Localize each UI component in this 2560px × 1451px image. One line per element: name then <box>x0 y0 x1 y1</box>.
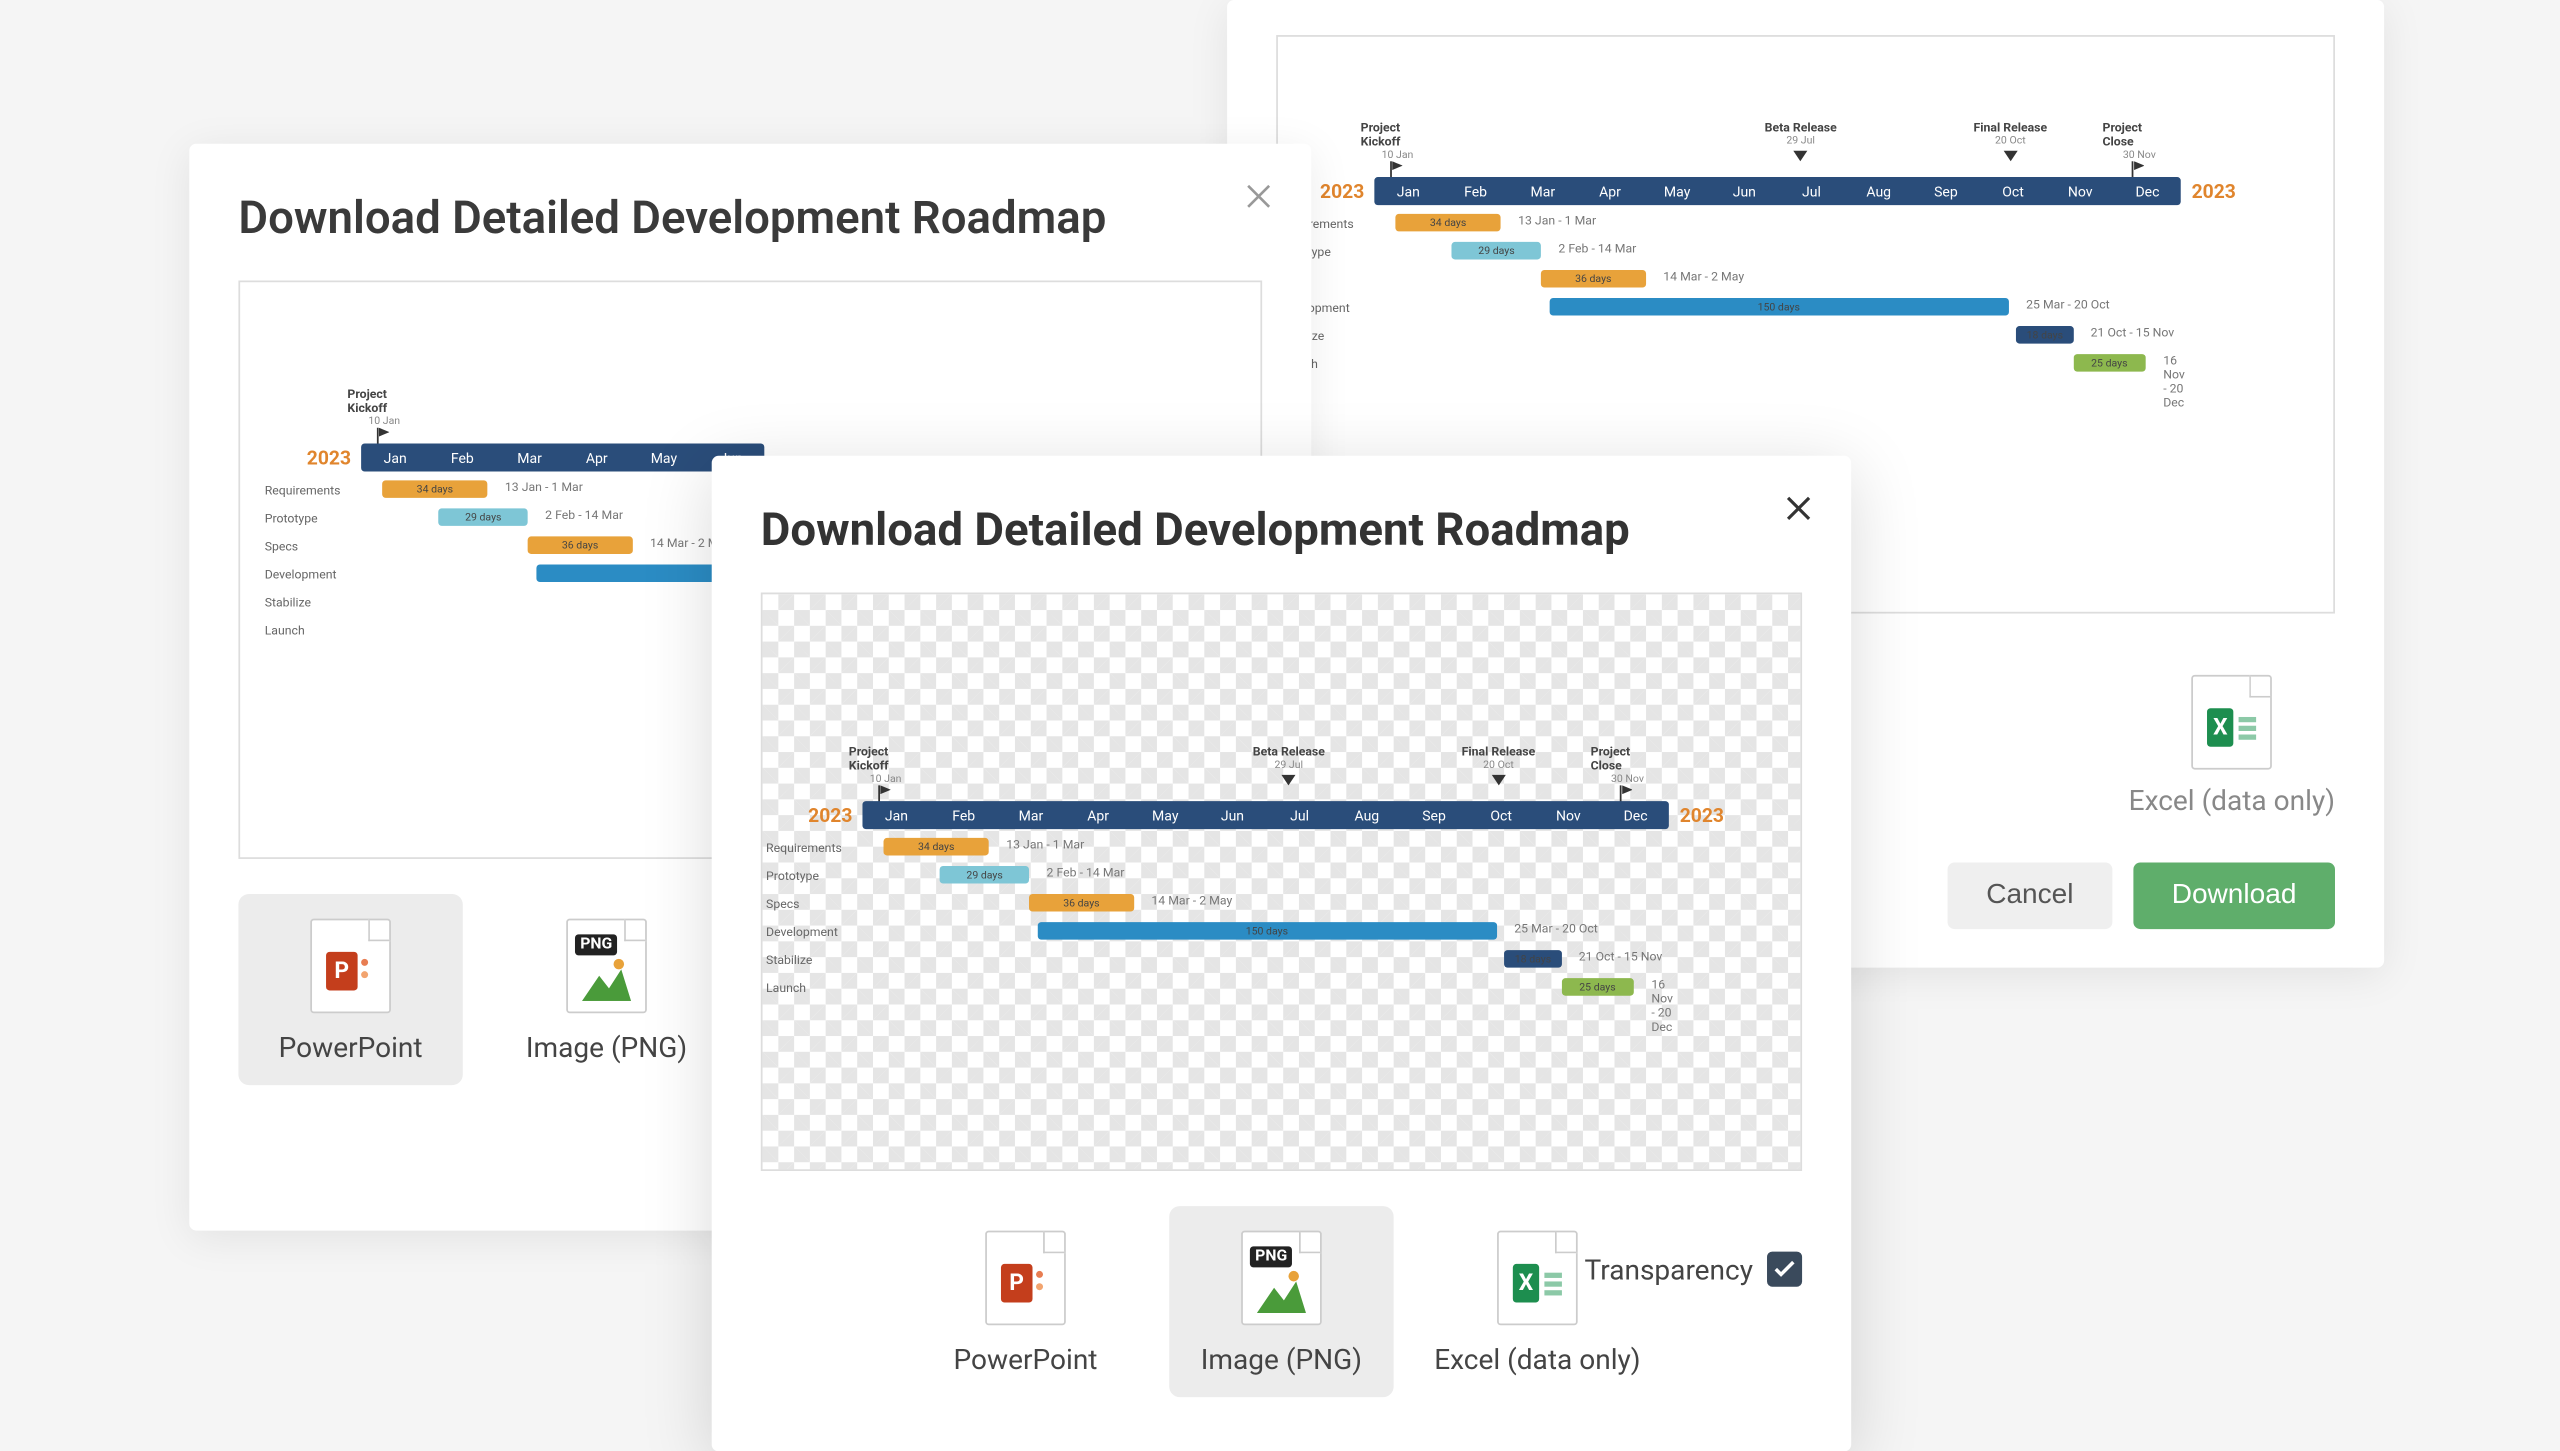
transparency-option: Transparency <box>1585 1252 1803 1287</box>
transparency-checkbox[interactable] <box>1767 1252 1802 1287</box>
format-png-left[interactable]: PNG Image (PNG) <box>494 894 718 1085</box>
action-row-back: Cancel Download <box>1948 862 2335 929</box>
download-modal-front: Download Detailed Development Roadmap Pr… <box>712 456 1851 1451</box>
format-png-front[interactable]: PNG Image (PNG) <box>1169 1206 1393 1397</box>
format-powerpoint-front[interactable]: P PowerPoint <box>913 1206 1137 1397</box>
format-powerpoint-label: PowerPoint <box>954 1343 1098 1376</box>
powerpoint-icon: P <box>985 1231 1066 1326</box>
format-powerpoint-label: PowerPoint <box>279 1031 423 1064</box>
excel-icon: X <box>1497 1231 1578 1326</box>
modal-title-front: Download Detailed Development Roadmap <box>712 456 1851 593</box>
close-button-back-left[interactable] <box>1238 175 1280 217</box>
modal-title-back-left: Download Detailed Development Roadmap <box>189 144 1311 281</box>
chart-preview-front: Project Kickoff10 JanBeta Release29 JulF… <box>761 593 1802 1171</box>
transparency-label: Transparency <box>1585 1253 1753 1286</box>
format-png-label: Image (PNG) <box>526 1031 687 1064</box>
png-icon: PNG <box>1241 1231 1322 1326</box>
png-icon: PNG <box>566 919 647 1014</box>
format-excel-back[interactable]: X Excel (data only) <box>2129 675 2335 817</box>
format-excel-front[interactable]: X Excel (data only) <box>1425 1206 1649 1397</box>
format-excel-label: Excel (data only) <box>2129 784 2335 817</box>
format-powerpoint[interactable]: P PowerPoint <box>238 894 462 1085</box>
cancel-button[interactable]: Cancel <box>1948 862 2112 929</box>
download-button[interactable]: Download <box>2133 862 2335 929</box>
format-png-label: Image (PNG) <box>1201 1343 1362 1376</box>
format-row-front: P PowerPoint PNG Image (PNG) X Excel (da… <box>712 1171 1851 1446</box>
format-excel-label: Excel (data only) <box>1434 1343 1640 1376</box>
close-button-front[interactable] <box>1778 487 1820 529</box>
excel-icon: X <box>2191 675 2272 770</box>
powerpoint-icon: P <box>310 919 391 1014</box>
gantt-chart-front: Project Kickoff10 JanBeta Release29 JulF… <box>763 594 1801 1169</box>
